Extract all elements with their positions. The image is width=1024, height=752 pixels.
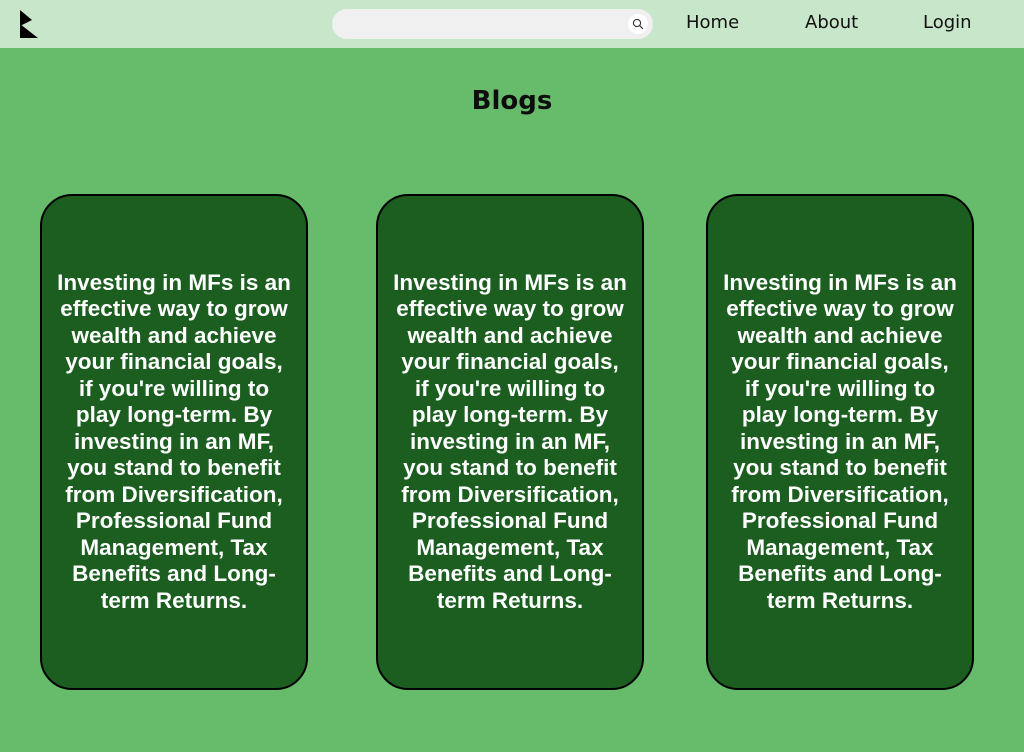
page-title: Blogs	[471, 86, 553, 116]
nav-link-about[interactable]: About	[805, 12, 858, 33]
blog-card[interactable]: Investing in MFs is an effective way to …	[706, 194, 974, 690]
blog-card-text: Investing in MFs is an effective way to …	[57, 269, 291, 613]
blog-card[interactable]: Investing in MFs is an effective way to …	[40, 194, 308, 690]
search-icon	[632, 18, 644, 30]
brand-logo-icon[interactable]	[18, 9, 40, 39]
search-button[interactable]	[628, 14, 648, 34]
top-navbar: Home About Login	[0, 0, 1024, 48]
search-bar	[332, 9, 653, 39]
blog-card-text: Investing in MFs is an effective way to …	[723, 269, 957, 613]
nav-link-login[interactable]: Login	[923, 12, 972, 33]
blog-card[interactable]: Investing in MFs is an effective way to …	[376, 194, 644, 690]
search-input[interactable]	[346, 14, 620, 36]
blog-card-text: Investing in MFs is an effective way to …	[393, 269, 627, 613]
nav-link-home[interactable]: Home	[686, 12, 739, 33]
